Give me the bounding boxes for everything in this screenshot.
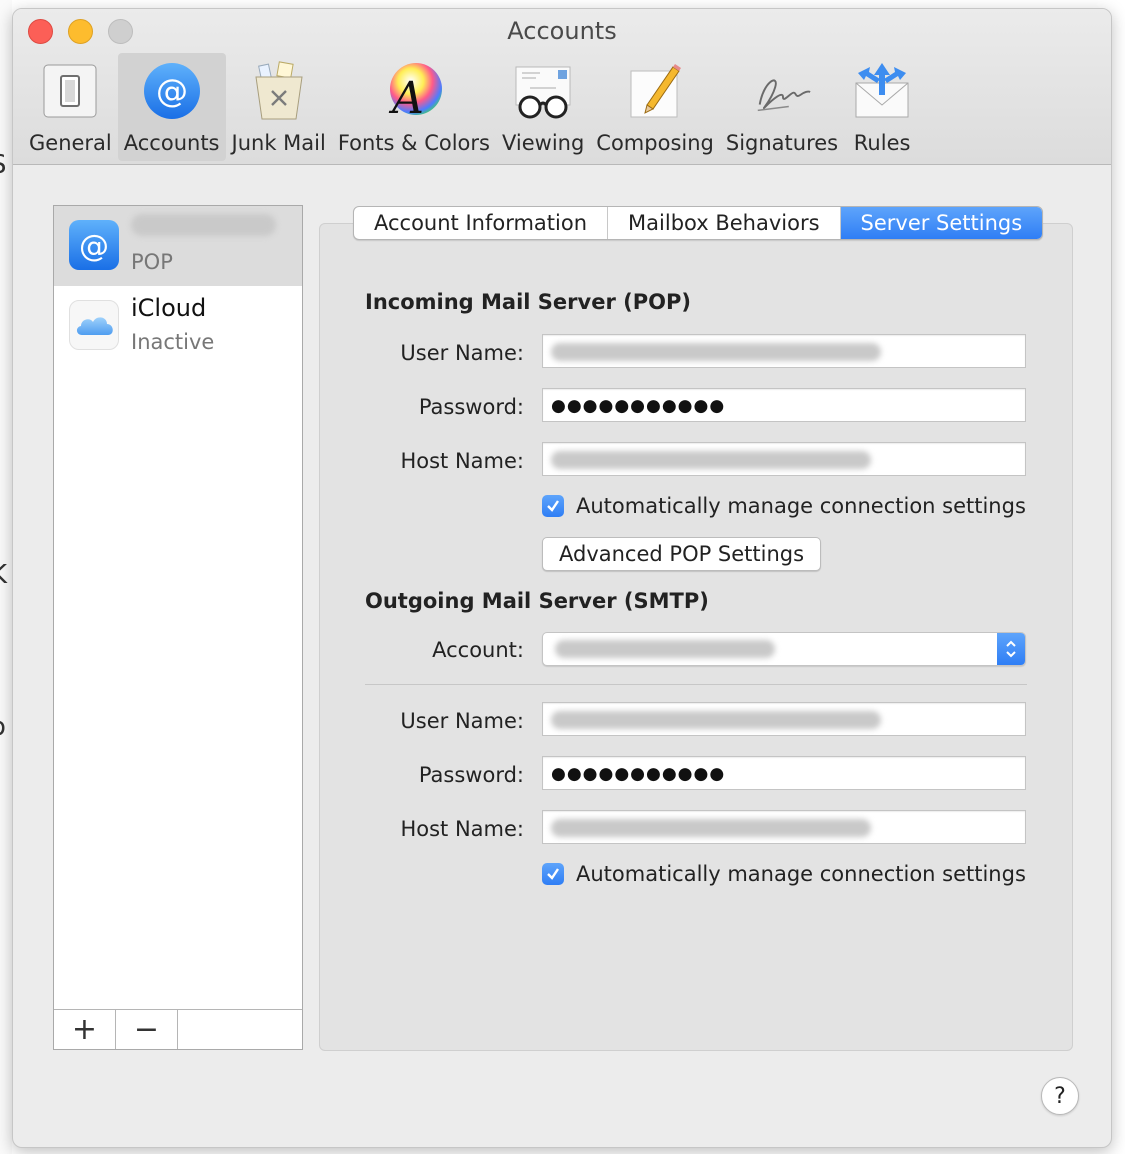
incoming-user-name-label: User Name: [400, 341, 524, 365]
outgoing-host-name-input[interactable] [542, 810, 1026, 844]
glasses-icon [511, 59, 575, 123]
incoming-user-name-input[interactable] [542, 334, 1026, 368]
background-text-fragment: S [0, 150, 7, 180]
background-text-fragment: o [0, 712, 6, 742]
incoming-auto-manage-checkbox[interactable] [542, 495, 564, 517]
outgoing-password-label: Password: [418, 763, 524, 787]
toolbar-label: Junk Mail [231, 131, 326, 155]
account-row-pop[interactable]: @ POP [54, 206, 302, 286]
incoming-section-title: Incoming Mail Server (POP) [365, 290, 691, 314]
envelope-arrows-icon [850, 59, 914, 123]
account-row-icloud[interactable]: iCloud Inactive [54, 286, 302, 366]
titlebar: Accounts General @ Accounts Junk Mail A … [13, 9, 1111, 165]
toolbar-rules[interactable]: Rules [844, 53, 920, 161]
account-name-redacted [131, 214, 276, 242]
at-sign-icon: @ [140, 59, 204, 123]
switch-icon [38, 59, 102, 123]
outgoing-password-input[interactable]: ●●●●●●●●●●● [542, 756, 1026, 790]
svg-text:A: A [388, 73, 424, 121]
account-list-footer: + − [54, 1009, 302, 1049]
advanced-pop-settings-button[interactable]: Advanced POP Settings [542, 537, 822, 571]
outgoing-host-name-label: Host Name: [400, 817, 524, 841]
toolbar-composing[interactable]: Composing [590, 53, 720, 161]
outgoing-auto-manage-row[interactable]: Automatically manage connection settings [542, 862, 1026, 886]
toolbar-junk-mail[interactable]: Junk Mail [226, 53, 332, 161]
pencil-paper-icon [623, 59, 687, 123]
add-account-button[interactable]: + [54, 1010, 116, 1049]
outgoing-account-select[interactable] [542, 632, 1026, 666]
outgoing-auto-manage-label: Automatically manage connection settings [576, 862, 1026, 886]
help-button[interactable]: ? [1041, 1077, 1079, 1115]
cloud-icon [69, 300, 119, 350]
outgoing-user-name-input[interactable] [542, 702, 1026, 736]
toolbar-label: Signatures [725, 131, 839, 155]
incoming-password-input[interactable]: ●●●●●●●●●●● [542, 388, 1026, 422]
toolbar-accounts[interactable]: @ Accounts [117, 53, 226, 161]
toolbar-label: Composing [596, 131, 714, 155]
at-sign-icon: @ [69, 220, 119, 270]
toolbar-label: Fonts & Colors [337, 131, 490, 155]
section-divider [365, 684, 1027, 685]
toolbar-label: General [29, 131, 112, 155]
window-title: Accounts [507, 17, 617, 45]
incoming-password-label: Password: [418, 395, 524, 419]
account-list: @ POP iCloud Inactive + − [53, 205, 303, 1050]
toolbar-fonts-colors[interactable]: A Fonts & Colors [332, 53, 496, 161]
incoming-auto-manage-label: Automatically manage connection settings [576, 494, 1026, 518]
tab-account-information[interactable]: Account Information [354, 207, 609, 239]
toolbar-label: Accounts [123, 131, 220, 155]
preferences-toolbar: General @ Accounts Junk Mail A Fonts & C… [23, 53, 920, 163]
account-type: POP [131, 250, 173, 274]
outgoing-section-title: Outgoing Mail Server (SMTP) [365, 589, 709, 613]
toolbar-signatures[interactable]: Signatures [720, 53, 844, 161]
incoming-host-name-input[interactable] [542, 442, 1026, 476]
trash-can-icon [247, 59, 311, 123]
tab-server-settings[interactable]: Server Settings [840, 207, 1043, 239]
account-name: iCloud [131, 294, 207, 322]
toolbar-label: Rules [853, 131, 911, 155]
toolbar-viewing[interactable]: Viewing [496, 53, 590, 161]
outgoing-account-label: Account: [432, 638, 524, 662]
svg-text:@: @ [79, 229, 109, 264]
tab-mailbox-behaviors[interactable]: Mailbox Behaviors [608, 207, 841, 239]
incoming-auto-manage-row[interactable]: Automatically manage connection settings [542, 494, 1026, 518]
outgoing-auto-manage-checkbox[interactable] [542, 863, 564, 885]
chevron-up-down-icon [997, 633, 1025, 665]
svg-text:@: @ [156, 72, 188, 110]
outgoing-user-name-label: User Name: [400, 709, 524, 733]
incoming-host-name-label: Host Name: [400, 449, 524, 473]
toolbar-label: Viewing [501, 131, 585, 155]
signature-icon [750, 59, 814, 123]
background-text-fragment: K [0, 560, 7, 590]
preferences-window: Accounts General @ Accounts Junk Mail A … [12, 8, 1112, 1148]
font-color-wheel-icon: A [382, 59, 446, 123]
toolbar-general[interactable]: General [23, 53, 118, 161]
account-status: Inactive [131, 330, 215, 354]
settings-tabs: Account Information Mailbox Behaviors Se… [353, 206, 1044, 240]
remove-account-button[interactable]: − [116, 1010, 178, 1049]
